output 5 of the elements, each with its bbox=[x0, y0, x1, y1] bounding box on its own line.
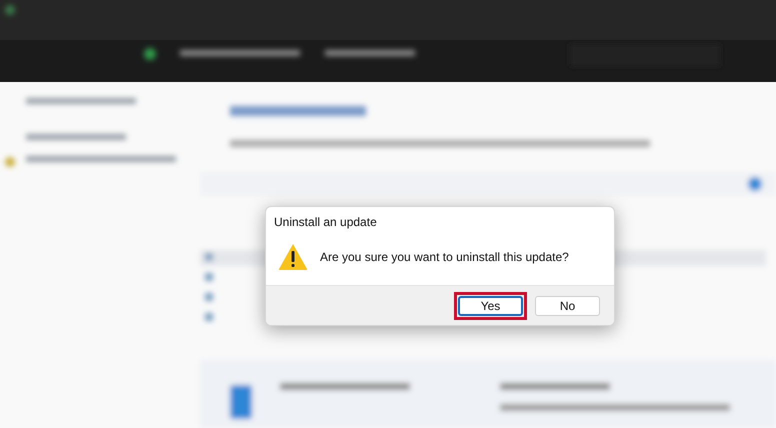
dialog-title: Uninstall an update bbox=[273, 214, 378, 231]
dialog-message: Are you sure you want to uninstall this update? bbox=[320, 249, 569, 266]
warning-icon bbox=[278, 243, 308, 271]
dialog-button[interactable]: No bbox=[535, 296, 600, 316]
dialog-button[interactable]: Yes bbox=[458, 296, 523, 316]
